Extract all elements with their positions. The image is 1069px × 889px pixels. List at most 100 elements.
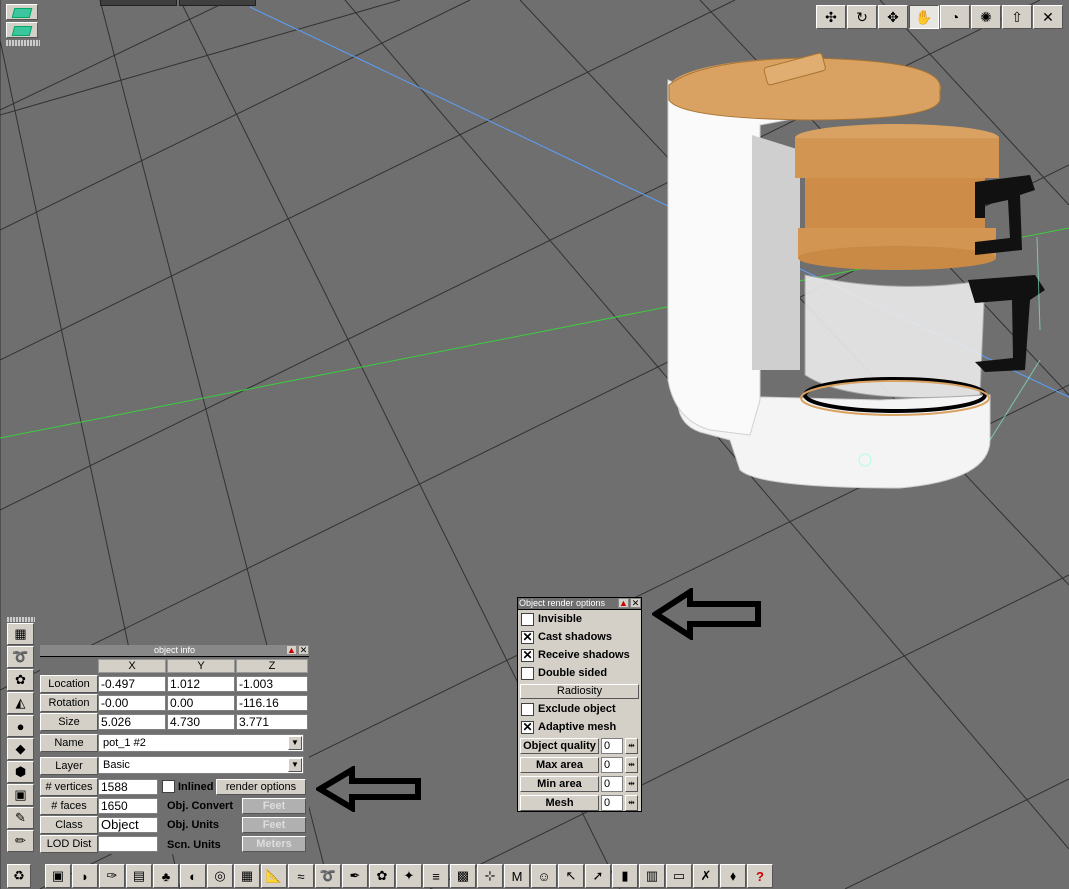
close-icon[interactable]: ✕	[298, 645, 309, 655]
feather-icon[interactable]: ✒	[342, 864, 368, 888]
scene-icon[interactable]: ▦	[7, 623, 34, 645]
face-icon[interactable]: ☺	[531, 864, 557, 888]
pencil-icon[interactable]: ✏	[7, 830, 34, 852]
radiosity-button[interactable]: Radiosity	[520, 684, 639, 699]
brush-icon[interactable]: ✑	[99, 864, 125, 888]
shell-icon[interactable]: ◗	[72, 864, 98, 888]
palette-icon[interactable]: ✿	[7, 669, 34, 691]
min-area-input[interactable]: 0	[601, 776, 623, 792]
orbit-icon[interactable]: ◔	[940, 5, 970, 29]
tab-workspace[interactable]	[100, 0, 177, 6]
star-burst-icon[interactable]: ✺	[971, 5, 1001, 29]
size-x-input[interactable]: 5.026	[98, 714, 166, 730]
up-arrow-icon[interactable]: ⇧	[1002, 5, 1032, 29]
invisible-option[interactable]: Invisible	[519, 611, 641, 628]
boxes-icon[interactable]: ▣	[7, 784, 34, 806]
tree-icon[interactable]: ♣	[153, 864, 179, 888]
book-icon[interactable]: ▮	[612, 864, 638, 888]
inlined-checkbox[interactable]	[162, 780, 175, 793]
size-y-input[interactable]: 4.730	[167, 714, 235, 730]
tag-icon[interactable]: ⬧	[720, 864, 746, 888]
rotation-y-input[interactable]: 0.00	[167, 695, 235, 711]
receive-shadows-checkbox[interactable]: ✕	[521, 649, 534, 662]
stepper-icon[interactable]: ⇹	[625, 738, 638, 754]
obj-convert-button[interactable]: Feet	[242, 798, 306, 814]
recycle-icon[interactable]: ♻	[7, 864, 31, 888]
max-area-input[interactable]: 0	[601, 757, 623, 773]
rotate-icon[interactable]: ↻	[847, 5, 877, 29]
lod-dist-input[interactable]	[98, 836, 158, 852]
add-view-button[interactable]	[6, 22, 38, 38]
object-quality-input[interactable]: 0	[601, 738, 623, 754]
hand-tool-icon[interactable]: ✋	[909, 5, 939, 29]
chevron-down-icon[interactable]: ▼	[288, 736, 302, 750]
palette-icon[interactable]: ✿	[369, 864, 395, 888]
objects-icon[interactable]: ⬢	[7, 761, 34, 783]
double-sided-checkbox[interactable]	[521, 667, 534, 680]
rotation-x-input[interactable]: -0.00	[98, 695, 166, 711]
lasso-icon[interactable]: ➰	[7, 646, 34, 668]
close-icon[interactable]: ✕	[630, 598, 641, 608]
stepper-icon[interactable]: ⇹	[625, 757, 638, 773]
cube-icon[interactable]: ▣	[45, 864, 71, 888]
axis-move-icon[interactable]: ✣	[816, 5, 846, 29]
checker-icon[interactable]: ▩	[450, 864, 476, 888]
bottom-toolbar: ♻ ▣ ◗ ✑ ▤ ♣ ◐ ◎ ▦ 📐 ≈ ➰ ✒ ✿ ✦ ≡ ▩ ⊹ M ☺ …	[7, 864, 773, 889]
mv-icon[interactable]: M	[504, 864, 530, 888]
torus-icon[interactable]: ◎	[207, 864, 233, 888]
location-x-input[interactable]: -0.497	[98, 676, 166, 692]
stepper-icon[interactable]: ⇹	[625, 776, 638, 792]
layer-select[interactable]: Basic ▼	[98, 756, 304, 774]
cast-shadows-option[interactable]: ✕ Cast shadows	[519, 629, 641, 646]
receive-shadows-label: Receive shadows	[538, 649, 630, 661]
mesh-input[interactable]: 0	[601, 795, 623, 811]
box-icon[interactable]: ▤	[126, 864, 152, 888]
scale-axes-icon[interactable]: ✥	[878, 5, 908, 29]
adaptive-mesh-checkbox[interactable]: ✕	[521, 721, 534, 734]
axes-icon[interactable]: ⊹	[477, 864, 503, 888]
location-y-input[interactable]: 1.012	[167, 676, 235, 692]
grip-handle[interactable]	[7, 617, 35, 622]
lasso-icon[interactable]: ➰	[315, 864, 341, 888]
grid-box-icon[interactable]: ▦	[234, 864, 260, 888]
name-select[interactable]: pot_1 #2 ▼	[98, 734, 304, 752]
torch-icon[interactable]: ✦	[396, 864, 422, 888]
double-sided-option[interactable]: Double sided	[519, 665, 641, 682]
tools-icon[interactable]: ✎	[7, 807, 34, 829]
tab-model[interactable]	[179, 0, 256, 6]
rotation-z-input[interactable]: -116.16	[236, 695, 308, 711]
exclude-object-checkbox[interactable]	[521, 703, 534, 716]
mesh-label: Mesh	[520, 795, 599, 811]
pointer-select-icon[interactable]: ➚	[585, 864, 611, 888]
grip-handle[interactable]	[6, 40, 40, 46]
ruler-icon[interactable]: 📐	[261, 864, 287, 888]
monitor-icon[interactable]: ▭	[666, 864, 692, 888]
plane-grid-icon[interactable]: ▥	[639, 864, 665, 888]
wave-icon[interactable]: ≈	[288, 864, 314, 888]
close-icon[interactable]: ✕	[1033, 5, 1063, 29]
double-sided-label: Double sided	[538, 667, 608, 679]
collapse-icon[interactable]: ▲	[618, 598, 629, 608]
scn-units-button[interactable]: Meters	[242, 836, 306, 852]
color-sphere-icon[interactable]: ●	[7, 715, 34, 737]
camera-view-button[interactable]	[6, 4, 38, 20]
obj-units-button[interactable]: Feet	[242, 817, 306, 833]
chevron-down-icon[interactable]: ▼	[288, 758, 302, 772]
location-z-input[interactable]: -1.003	[236, 676, 308, 692]
stepper-icon[interactable]: ⇹	[625, 795, 638, 811]
materials-icon[interactable]: ◆	[7, 738, 34, 760]
sphere-icon[interactable]: ◐	[180, 864, 206, 888]
pointer-icon[interactable]: ↖	[558, 864, 584, 888]
exclude-object-option[interactable]: Exclude object	[519, 701, 641, 718]
gradient-icon[interactable]: ◭	[7, 692, 34, 714]
receive-shadows-option[interactable]: ✕ Receive shadows	[519, 647, 641, 664]
render-options-button[interactable]: render options	[216, 779, 306, 795]
fire-icon[interactable]: ✗	[693, 864, 719, 888]
size-z-input[interactable]: 3.771	[236, 714, 308, 730]
stripes-icon[interactable]: ≡	[423, 864, 449, 888]
adaptive-mesh-option[interactable]: ✕ Adaptive mesh	[519, 719, 641, 736]
help-icon[interactable]: ?	[747, 864, 773, 888]
collapse-icon[interactable]: ▲	[286, 645, 297, 655]
invisible-checkbox[interactable]	[521, 613, 534, 626]
cast-shadows-checkbox[interactable]: ✕	[521, 631, 534, 644]
